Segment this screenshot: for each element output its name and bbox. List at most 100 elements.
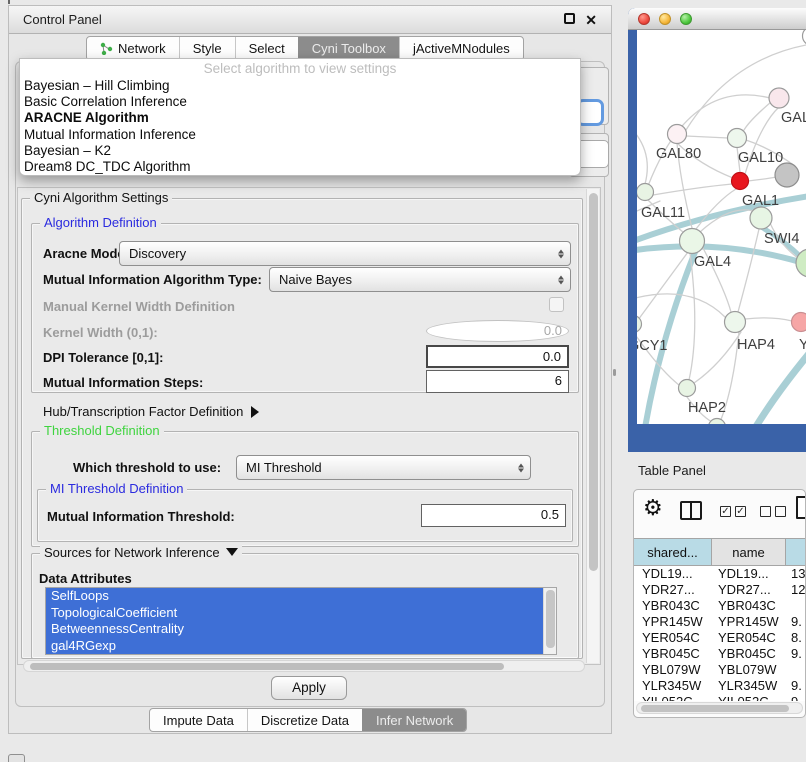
table-cell: YBR043C [634, 598, 712, 614]
checkbox-checked-icon[interactable]: ✓ [720, 506, 731, 517]
panel-divider-handle[interactable] [613, 369, 616, 376]
tab-network[interactable]: Network [87, 37, 179, 60]
attribute-item[interactable]: SelfLoops [46, 588, 543, 605]
dpi-tolerance-field[interactable]: 0.0 [426, 345, 569, 368]
kernel-width-field[interactable]: 0.0 [426, 320, 569, 342]
attributes-scrollbar-thumb[interactable] [546, 590, 555, 648]
network-edge[interactable] [653, 184, 732, 195]
aracne-mode-combo[interactable]: Discovery [119, 241, 571, 266]
table-cell: 8. [786, 630, 805, 646]
network-edge[interactable] [738, 229, 759, 312]
network-node-gray-node[interactable] [775, 163, 799, 187]
network-node-gal11[interactable] [637, 184, 654, 201]
dropdown-item[interactable]: Dream8 DC_TDC Algorithm [20, 159, 580, 175]
hub-section-toggle[interactable]: Hub/Transcription Factor Definition [43, 404, 259, 419]
checkbox-checked-icon[interactable]: ✓ [735, 506, 746, 517]
dropdown-item[interactable]: Bayesian – Hill Climbing [20, 78, 580, 94]
document-icon[interactable] [796, 496, 806, 519]
table-cell: YDL19... [712, 566, 786, 582]
table-scrollbar-thumb[interactable] [641, 705, 789, 713]
minimize-traffic-light-icon[interactable] [659, 13, 671, 25]
tab-select[interactable]: Select [235, 37, 298, 60]
control-panel-titlebar: Control Panel ✕ [9, 6, 611, 34]
network-node-hap4[interactable] [725, 312, 746, 333]
network-edge[interactable] [748, 350, 806, 424]
column-header[interactable]: shared... [634, 539, 712, 565]
data-attributes-list[interactable]: SelfLoopsTopologicalCoefficientBetweenne… [45, 587, 557, 655]
which-threshold-combo[interactable]: MI Threshold [236, 455, 531, 480]
settings-vertical-scrollbar[interactable] [586, 189, 599, 663]
settings-horizontal-scrollbar[interactable] [23, 660, 585, 672]
network-node-gal10[interactable] [728, 129, 747, 148]
manual-kernel-checkbox[interactable] [549, 297, 564, 312]
floating-panel-corner-icon[interactable] [8, 754, 25, 762]
table-header-row: shared...name [634, 538, 805, 566]
column-header[interactable] [786, 539, 805, 565]
data-attributes-items: SelfLoopsTopologicalCoefficientBetweenne… [46, 588, 556, 654]
column-header[interactable]: name [712, 539, 786, 565]
dropdown-item[interactable]: Bayesian – K2 [20, 143, 580, 159]
close-icon[interactable]: ✕ [585, 13, 597, 27]
table-row[interactable]: YER054CYER054C8. [634, 630, 805, 646]
float-panel-icon[interactable] [564, 13, 575, 24]
bottom-tab-impute-data[interactable]: Impute Data [150, 709, 247, 731]
network-node-gcy1[interactable] [637, 316, 642, 333]
attribute-item[interactable]: BetweennessCentrality [46, 621, 543, 638]
network-edge[interactable] [648, 95, 770, 186]
settings-scrollbar-thumb[interactable] [589, 193, 598, 571]
network-edge[interactable] [744, 102, 771, 130]
network-node-gal1[interactable] [732, 173, 749, 190]
split-columns-icon[interactable] [680, 501, 702, 520]
network-canvas[interactable]: GALGAL80GAL10GAL1GAL11SWI4GAL4GCY1HAP4YH… [637, 30, 806, 424]
network-node-gal-pink[interactable] [769, 88, 789, 108]
close-traffic-light-icon[interactable] [638, 13, 650, 25]
table-panel-title: Table Panel [638, 463, 706, 478]
attribute-item[interactable]: TopologicalCoefficient [46, 605, 543, 622]
network-node-pink-right[interactable] [792, 313, 806, 332]
checkbox-unchecked-icon[interactable] [760, 506, 771, 517]
checkbox-unchecked-icon[interactable] [775, 506, 786, 517]
table-row[interactable]: YPR145WYPR145W9. [634, 614, 805, 630]
tab-jactivemnodules[interactable]: jActiveMNodules [399, 37, 523, 60]
mi-type-combo[interactable]: Naive Bayes [269, 267, 571, 292]
node-label-gal10: GAL10 [738, 150, 783, 166]
table-cell: 13 [786, 566, 805, 582]
sources-title[interactable]: Sources for Network Inference [40, 545, 242, 560]
zoom-traffic-light-icon[interactable] [680, 13, 692, 25]
bottom-tab-infer-network[interactable]: Infer Network [362, 709, 466, 731]
network-edge[interactable] [637, 125, 647, 184]
mi-threshold-field[interactable]: 0.5 [421, 504, 566, 527]
gear-icon[interactable]: ⚙ [643, 495, 663, 521]
threshold-definition-title: Threshold Definition [40, 423, 164, 438]
attribute-item[interactable]: gal4RGexp [46, 638, 543, 655]
network-edge[interactable] [745, 318, 792, 321]
bottom-tab-discretize-data[interactable]: Discretize Data [247, 709, 362, 731]
network-node-gal80[interactable] [668, 125, 687, 144]
table-row[interactable]: YDL19...YDL19...13 [634, 566, 805, 582]
table-row[interactable]: YBR045CYBR045C9. [634, 646, 805, 662]
tab-style[interactable]: Style [179, 37, 235, 60]
table-row[interactable]: YLR345WYLR345W9. [634, 678, 805, 694]
dropdown-item[interactable]: Mutual Information Inference [20, 127, 580, 143]
network-edge[interactable] [686, 136, 728, 138]
table-row[interactable]: YBR043CYBR043C [634, 598, 805, 614]
apply-button[interactable]: Apply [271, 676, 347, 700]
dropdown-item[interactable]: Basic Correlation Inference [20, 94, 580, 110]
tab-cyni-toolbox[interactable]: Cyni Toolbox [298, 37, 399, 60]
network-edge[interactable] [748, 177, 776, 181]
horizontal-scrollbar-thumb[interactable] [30, 663, 504, 671]
dropdown-item[interactable]: ARACNE Algorithm [20, 110, 580, 126]
network-node-hap2[interactable] [679, 380, 696, 397]
table-horizontal-scrollbar[interactable] [636, 702, 803, 714]
network-node-gal4[interactable] [680, 229, 705, 254]
table-row[interactable]: YBL079WYBL079W [634, 662, 805, 678]
table-row[interactable]: YDR27...YDR27...12 [634, 582, 805, 598]
network-node-bottom-node[interactable] [709, 419, 726, 425]
network-node-swi4[interactable] [750, 207, 772, 229]
dropdown-placeholder: Select algorithm to view settings [20, 60, 580, 78]
network-edge[interactable] [694, 332, 741, 383]
table-row[interactable]: YIL052CYIL052C9 [634, 694, 805, 701]
attributes-scrollbar[interactable] [543, 588, 556, 654]
network-node-top-arc[interactable] [803, 30, 806, 46]
mi-steps-field[interactable]: 6 [426, 370, 569, 393]
